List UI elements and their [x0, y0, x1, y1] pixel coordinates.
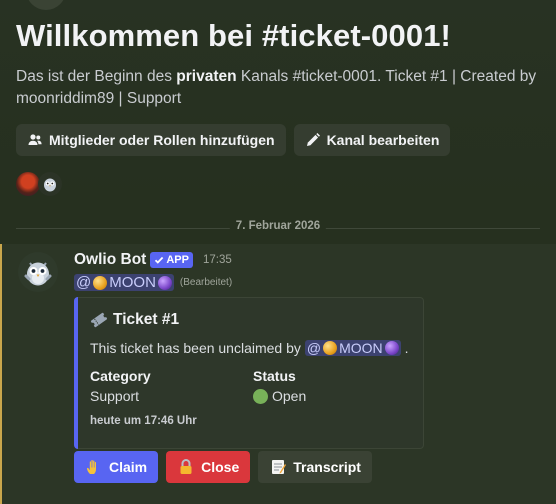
embed-title: Ticket #1	[90, 311, 179, 329]
welcome-title: Willkommen bei #ticket-0001!	[16, 18, 451, 53]
bot-member-avatar[interactable]	[38, 172, 62, 196]
desc-prefix: Das ist der Beginn des	[16, 68, 177, 85]
embed-mention-at: @	[306, 340, 322, 356]
member-avatar[interactable]	[16, 172, 40, 196]
edit-channel-label: Kanal bearbeiten	[326, 132, 440, 148]
lock-icon	[180, 459, 192, 474]
embed-user-mention[interactable]: @ MOON	[304, 340, 401, 356]
embed-accent-bar	[74, 297, 78, 449]
owl-icon	[24, 262, 52, 286]
owl-icon	[44, 178, 56, 192]
claim-button[interactable]: Claim	[74, 451, 159, 483]
field-status-value: Open	[253, 388, 306, 404]
add-members-button[interactable]: Mitglieder oder Rollen hinzufügen	[16, 124, 286, 156]
raised-hand-icon	[86, 460, 96, 474]
embed-mention-name: MOON	[339, 340, 383, 356]
close-button[interactable]: Close	[166, 451, 251, 483]
moon-orb-icon	[93, 275, 108, 290]
app-badge: APP	[150, 252, 193, 268]
user-mention[interactable]: @ MOON	[74, 274, 174, 291]
transcript-label: Transcript	[293, 459, 361, 475]
claim-label: Claim	[109, 459, 148, 475]
embed-footer: heute um 17:46 Uhr	[90, 415, 197, 427]
add-members-label: Mitglieder oder Rollen hinzufügen	[49, 132, 275, 148]
field-status-name: Status	[253, 368, 296, 384]
message-header: Owlio Bot APP 17:35	[74, 251, 232, 269]
memo-icon	[272, 460, 287, 474]
message-content: @ MOON (Bearbeitet)	[74, 274, 232, 291]
pencil-icon	[306, 133, 320, 146]
checkmark-icon	[155, 256, 164, 264]
channel-description: Das ist der Beginn des privaten Kanals #…	[16, 66, 551, 110]
mention-highlight-bar	[0, 244, 2, 504]
field-category-name: Category	[90, 368, 151, 384]
mention-at: @	[76, 274, 92, 291]
channel-actions: Mitglieder oder Rollen hinzufügen Kanal …	[16, 124, 451, 156]
author-name[interactable]: Owlio Bot	[74, 251, 146, 269]
member-avatars	[16, 172, 62, 196]
close-label: Close	[201, 459, 240, 475]
bot-avatar[interactable]	[18, 252, 58, 292]
category-value: Support	[90, 388, 140, 404]
desc-private: privaten	[176, 68, 237, 85]
edited-tag: (Bearbeitet)	[179, 277, 233, 288]
transcript-button[interactable]: Transcript	[258, 451, 372, 483]
purple-orb-icon	[384, 341, 399, 355]
ticket-actions: Claim Close Transcript	[74, 451, 372, 483]
green-circle-icon	[253, 388, 268, 404]
moon-orb-icon	[323, 341, 338, 355]
message-time[interactable]: 17:35	[203, 254, 232, 266]
edit-channel-button[interactable]: Kanal bearbeiten	[293, 124, 451, 156]
app-badge-label: APP	[166, 254, 189, 266]
ticket-icon	[90, 312, 108, 328]
status-value: Open	[272, 388, 307, 404]
embed-desc-text: This ticket has been unclaimed by	[90, 340, 301, 356]
field-category-value: Support	[90, 388, 139, 404]
purple-orb-icon	[157, 275, 172, 290]
date-divider: 7. Februar 2026	[229, 220, 327, 232]
embed-description: This ticket has been unclaimed by @ MOON…	[90, 340, 409, 356]
mention-name: MOON	[109, 274, 156, 291]
people-add-icon	[28, 134, 42, 145]
embed-title-text: Ticket #1	[113, 311, 180, 328]
embed-desc-period: .	[404, 340, 409, 356]
